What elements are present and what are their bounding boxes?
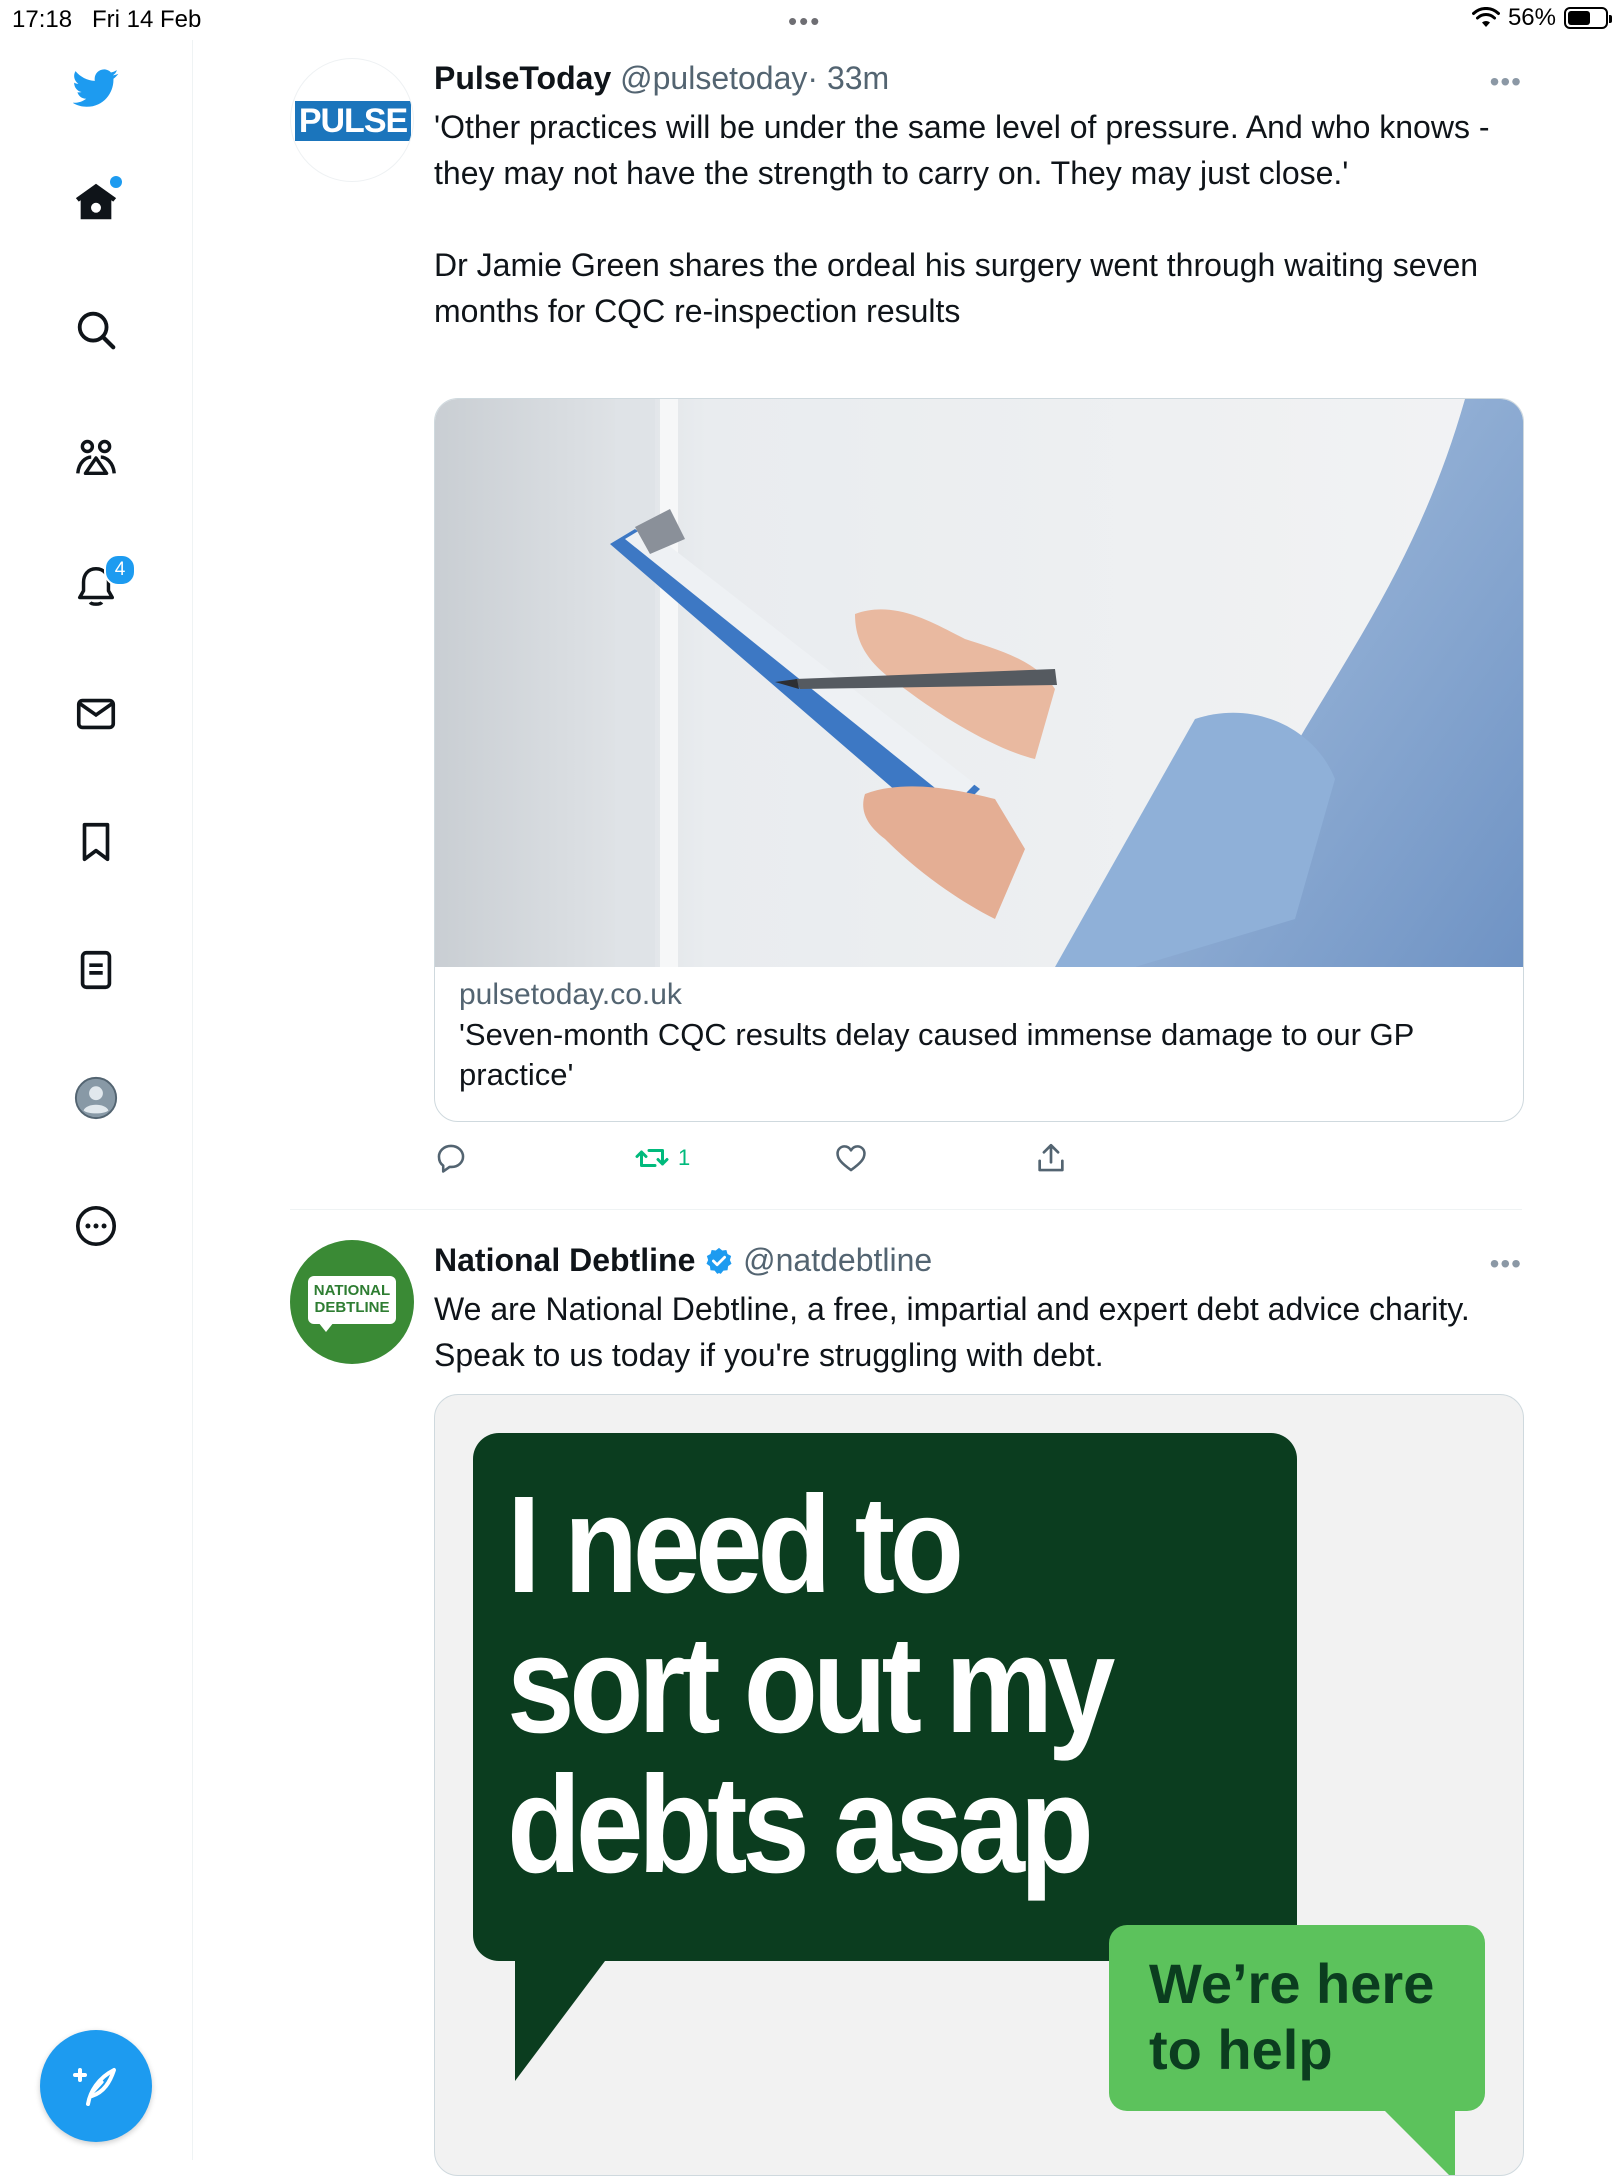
share-button[interactable] xyxy=(1034,1140,1234,1176)
tweet-actions: 1 xyxy=(434,1140,1234,1176)
author-name[interactable]: PulseToday xyxy=(434,60,611,96)
verified-badge-icon xyxy=(706,1247,732,1274)
feather-plus-icon xyxy=(73,2068,116,2106)
author-handle[interactable]: @pulsetoday xyxy=(620,60,807,96)
battery-icon xyxy=(1564,7,1612,29)
card-meta: pulsetoday.co.uk 'Seven-month CQC result… xyxy=(435,967,1523,1095)
more-options-icon[interactable]: ••• xyxy=(1490,66,1522,98)
status-indicators: 56% xyxy=(1471,4,1612,32)
bookmark-icon[interactable] xyxy=(64,810,128,874)
tweet-header: National Debtline @natdebtline xyxy=(434,1240,1522,1280)
ad-headline-line3: debts asap xyxy=(507,1748,1094,1902)
lists-icon[interactable] xyxy=(64,938,128,1002)
more-options-icon[interactable]: ••• xyxy=(1490,1248,1522,1280)
share-icon xyxy=(1038,1143,1064,1172)
retweet-icon xyxy=(635,1149,669,1167)
tweet-time[interactable]: · 33m xyxy=(807,60,889,96)
retweet-button[interactable]: 1 xyxy=(634,1140,834,1176)
tweet-header: PulseToday @pulsetoday· 33m xyxy=(434,58,1522,98)
link-card[interactable]: pulsetoday.co.uk 'Seven-month CQC result… xyxy=(434,398,1524,1122)
tweet-divider xyxy=(290,1209,1522,1210)
notifications-badge: 4 xyxy=(104,554,136,586)
tweet-text: We are National Debtline, a free, impart… xyxy=(434,1291,1479,1373)
status-time: 17:18 xyxy=(12,6,73,33)
tweet[interactable]: PULSE PulseToday @pulsetoday· 33m ••• 'O… xyxy=(290,58,1524,1208)
home-unread-dot xyxy=(110,176,122,188)
tweet[interactable]: NATIONAL DEBTLINE National Debtline @nat… xyxy=(290,1240,1524,2176)
ad-subline: We’re here to help xyxy=(1109,1925,1485,2083)
bell-icon[interactable]: 4 xyxy=(64,554,136,618)
avatar[interactable]: NATIONAL DEBTLINE xyxy=(290,1240,414,1364)
debtline-logo-line1: NATIONAL xyxy=(313,1282,391,1299)
debtline-logo: NATIONAL DEBTLINE xyxy=(308,1276,396,1324)
ad-headline: I need to sort out my debts asap xyxy=(507,1475,1193,1895)
search-icon[interactable] xyxy=(64,298,128,362)
compose-tweet-button[interactable] xyxy=(40,2030,152,2142)
battery-percent: 56% xyxy=(1507,4,1556,31)
wifi-icon xyxy=(1471,7,1500,27)
tweet-body: National Debtline @natdebtline ••• We ar… xyxy=(434,1240,1522,1378)
like-button[interactable] xyxy=(834,1140,1034,1176)
ad-headline-line2: sort out my xyxy=(507,1608,1115,1762)
media-image[interactable]: I need to sort out my debts asap We’re h… xyxy=(434,1394,1524,2176)
ad-subline-line1: We’re here xyxy=(1149,1952,1435,2015)
status-bar: 17:18 Fri 14 Feb ••• 56% xyxy=(0,0,1620,40)
ad-subline-line2: to help xyxy=(1149,2018,1333,2081)
communities-icon[interactable] xyxy=(64,426,128,490)
more-circle-icon[interactable] xyxy=(64,1194,128,1258)
avatar[interactable]: PULSE xyxy=(290,58,414,182)
tweet-text: 'Other practices will be under the same … xyxy=(434,109,1490,329)
pulse-logo: PULSE xyxy=(295,101,411,141)
ad-headline-line1: I need to xyxy=(507,1468,964,1622)
multitasking-dots-icon[interactable]: ••• xyxy=(788,6,821,37)
heart-icon xyxy=(836,1145,866,1172)
author-handle[interactable]: @natdebtline xyxy=(743,1242,932,1278)
card-image xyxy=(435,399,1523,967)
profile-avatar-icon[interactable] xyxy=(64,1066,128,1130)
twitter-logo-icon[interactable] xyxy=(64,56,128,120)
sidebar: 4 xyxy=(0,40,193,2160)
tweet-body: PulseToday @pulsetoday· 33m ••• 'Other p… xyxy=(434,58,1522,334)
speech-bubble-light-tail xyxy=(1385,2111,1455,2175)
reply-icon xyxy=(437,1144,465,1173)
mail-icon[interactable] xyxy=(64,682,128,746)
card-domain: pulsetoday.co.uk xyxy=(459,978,682,1011)
reply-button[interactable] xyxy=(434,1140,634,1176)
speech-bubble-light: We’re here to help xyxy=(1109,1925,1485,2111)
card-title: 'Seven-month CQC results delay caused im… xyxy=(459,1017,1414,1092)
status-date: Fri 14 Feb xyxy=(92,6,202,33)
debtline-logo-line2: DEBTLINE xyxy=(314,1299,390,1316)
logo-bubble-tail xyxy=(318,1322,334,1332)
author-name[interactable]: National Debtline xyxy=(434,1242,695,1278)
home-icon[interactable] xyxy=(64,170,128,234)
retweet-count: 1 xyxy=(678,1145,691,1170)
speech-bubble-dark-tail xyxy=(515,1961,605,2081)
